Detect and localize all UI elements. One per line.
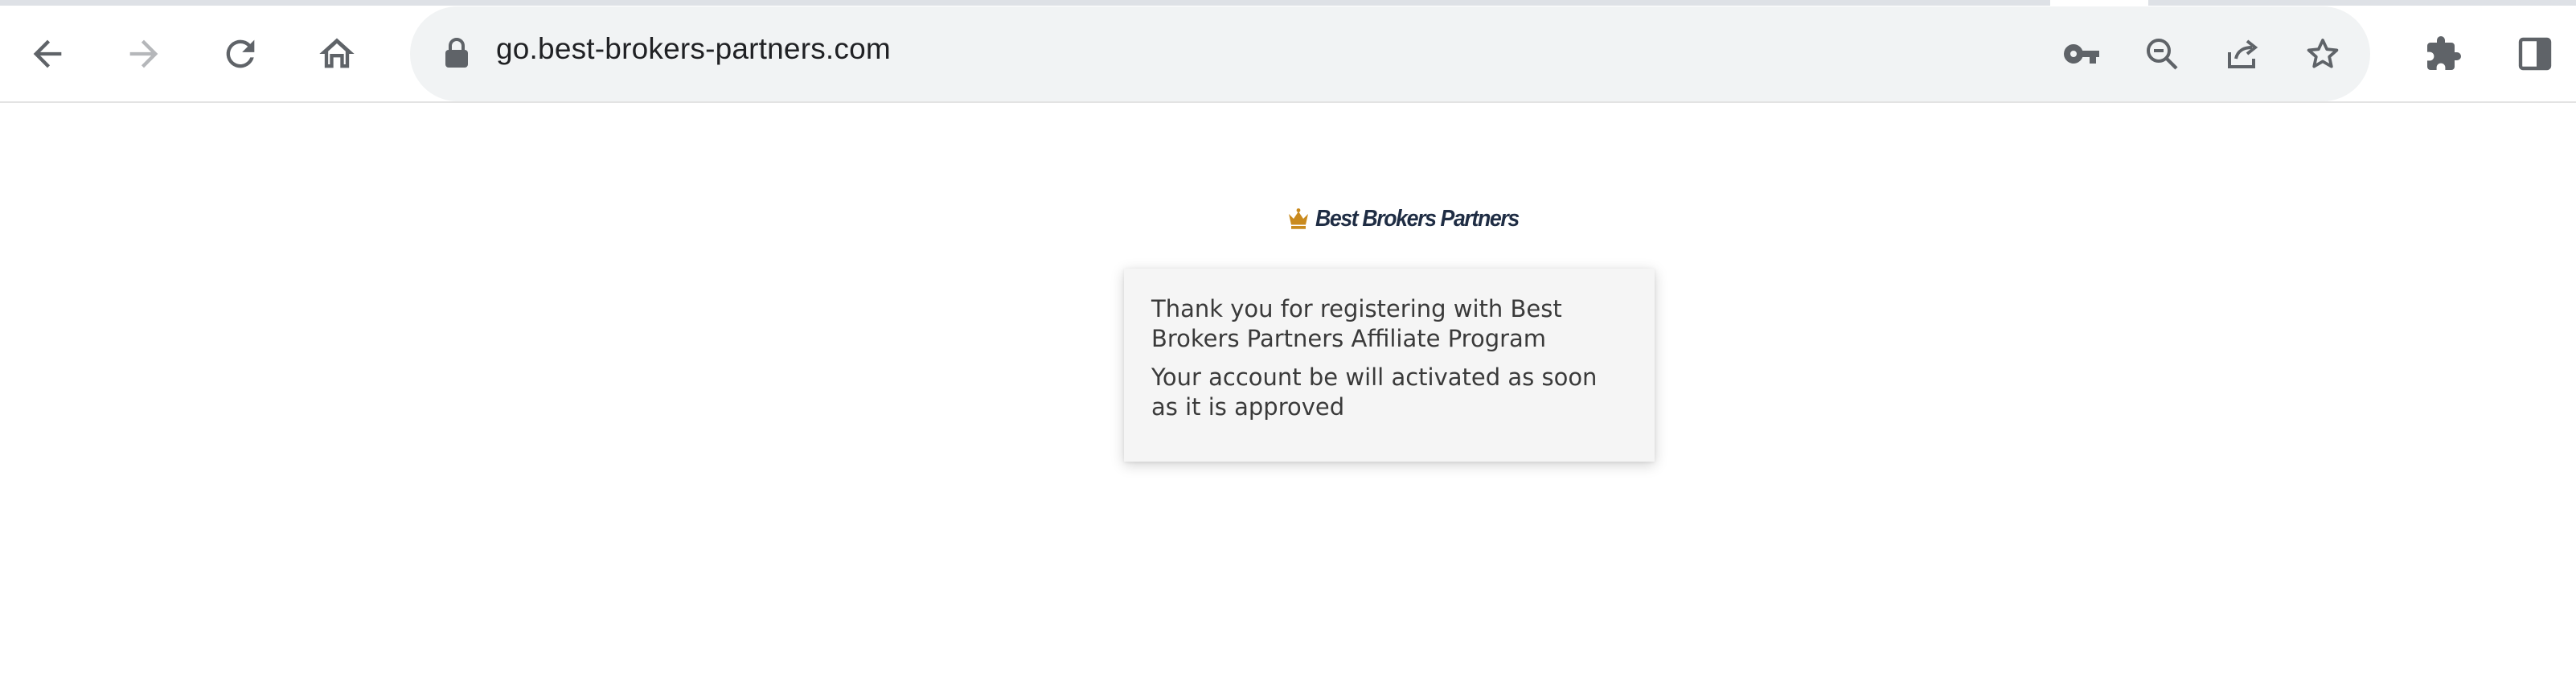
arrow-right-icon xyxy=(129,39,158,68)
url-text[interactable]: go.best-brokers-partners.com xyxy=(496,32,891,66)
logo-text: Best Brokers Partners xyxy=(1315,205,1520,232)
bookmark-button[interactable] xyxy=(2301,32,2344,76)
side-panel-icon xyxy=(2518,37,2552,71)
forward-button[interactable] xyxy=(116,26,172,82)
share-button[interactable] xyxy=(2221,32,2264,76)
home-button[interactable] xyxy=(309,26,365,82)
activation-message: Your account be will activated as soon a… xyxy=(1151,363,1598,421)
crown-icon xyxy=(1289,208,1308,229)
extensions-button[interactable] xyxy=(2422,32,2465,76)
star-icon xyxy=(2307,39,2339,68)
tabstrip-edge-left xyxy=(0,0,2050,6)
key-icon xyxy=(2063,44,2099,64)
lock-icon[interactable] xyxy=(444,37,470,69)
share-icon xyxy=(2228,39,2258,68)
reload-icon xyxy=(226,39,255,68)
reload-button[interactable] xyxy=(212,26,269,82)
side-panel-button[interactable] xyxy=(2513,32,2557,76)
brand-logo: Best Brokers Partners xyxy=(1286,203,1536,235)
zoom-button[interactable] xyxy=(2140,32,2184,76)
password-key-button[interactable] xyxy=(2060,32,2103,76)
back-button[interactable] xyxy=(19,26,76,82)
registration-message-card: Thank you for registering with Best Brok… xyxy=(1124,269,1655,462)
arrow-left-icon xyxy=(33,39,62,68)
home-icon xyxy=(319,38,355,68)
thank-you-message: Thank you for registering with Best Brok… xyxy=(1151,295,1562,352)
extensions-icon xyxy=(2427,36,2461,70)
zoom-out-icon xyxy=(2147,39,2178,70)
browser-toolbar: go.best-brokers-partners.com xyxy=(0,0,2576,103)
tabstrip-edge-right xyxy=(2148,0,2576,6)
